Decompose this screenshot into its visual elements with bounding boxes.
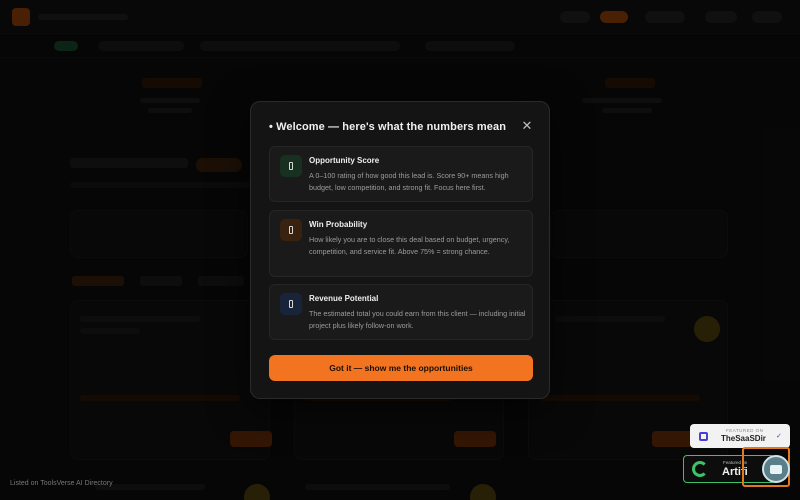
thesaasdir-logo-icon	[699, 432, 708, 441]
probability-icon	[280, 219, 302, 241]
listed-on-link[interactable]: Listed on ToolsVerse AI Directory	[10, 480, 113, 487]
card-heading: Win Probability	[309, 220, 368, 229]
win-probability-card: Win Probability How likely you are to cl…	[269, 210, 533, 277]
modal-title: • Welcome — here's what the numbers mean	[269, 121, 507, 133]
opportunity-score-card: Opportunity Score A 0–100 rating of how …	[269, 146, 533, 202]
chat-widget-icon[interactable]	[762, 455, 790, 483]
card-heading: Opportunity Score	[309, 156, 380, 165]
score-icon	[280, 155, 302, 177]
revenue-potential-card: Revenue Potential The estimated total yo…	[269, 284, 533, 340]
card-description: How likely you are to close this deal ba…	[309, 235, 510, 256]
artifi-logo-icon	[692, 461, 708, 477]
revenue-icon	[280, 293, 302, 315]
card-description: The estimated total you could earn from …	[309, 309, 526, 330]
verified-check-icon: ✓	[776, 433, 782, 440]
thesaasdir-name: TheSaaSDir	[721, 434, 766, 443]
got-it-button[interactable]: Got it — show me the opportunities	[269, 355, 533, 381]
welcome-modal: • Welcome — here's what the numbers mean…	[250, 101, 550, 399]
featured-on-label: FEATURED ON	[726, 428, 764, 433]
close-icon[interactable]: ✕	[519, 118, 535, 134]
card-description: A 0–100 rating of how good this lead is.…	[309, 171, 509, 192]
thesaasdir-badge[interactable]: FEATURED ON TheSaaSDir ✓	[690, 424, 790, 448]
card-heading: Revenue Potential	[309, 294, 379, 303]
